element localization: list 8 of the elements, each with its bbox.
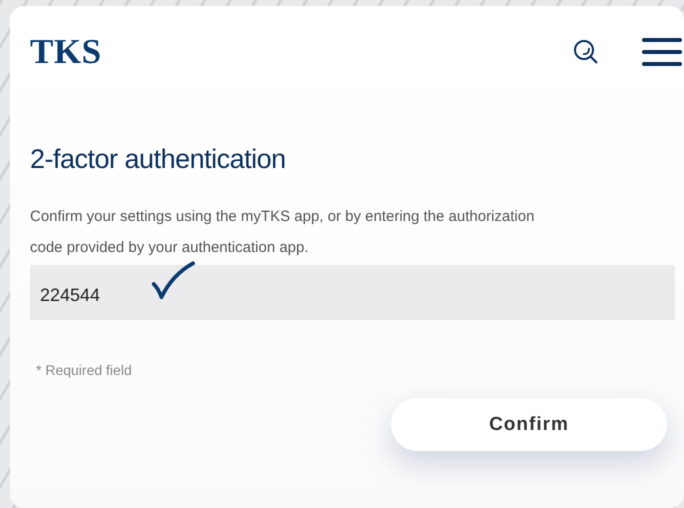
- menu-icon[interactable]: [642, 37, 682, 67]
- page-title: 2-factor authentication: [30, 144, 287, 175]
- description-text: Confirm your settings using the myTKS app, or by entering the authorization code provided by your authentication app.: [30, 207, 536, 258]
- logo[interactable]: TKS: [30, 32, 102, 72]
- search-icon[interactable]: [572, 38, 600, 66]
- required-note: * Required field: [36, 362, 133, 378]
- code-input-field[interactable]: 224544: [30, 265, 675, 320]
- confirm-button[interactable]: Confirm: [391, 398, 667, 451]
